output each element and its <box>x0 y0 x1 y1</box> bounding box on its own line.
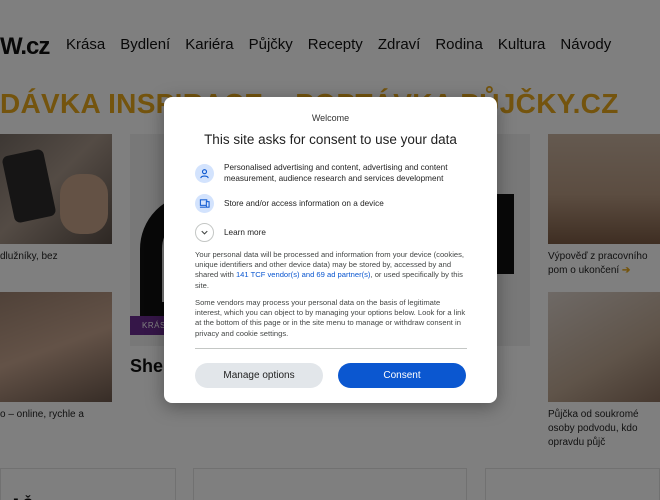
vendors-link[interactable]: 141 TCF vendor(s) and 69 ad partner(s) <box>236 270 371 279</box>
dialog-title: This site asks for consent to use your d… <box>204 132 457 147</box>
purpose-text: Store and/or access information on a dev… <box>224 199 384 208</box>
learn-more-label[interactable]: Learn more <box>224 227 469 238</box>
consent-body-text-2: Some vendors may process your personal d… <box>195 298 466 338</box>
purpose-text: Personalised advertising and content, ad… <box>224 163 448 183</box>
purpose-personalised-ads: Personalised advertising and content, ad… <box>195 162 469 184</box>
consent-button[interactable]: Consent <box>338 363 466 388</box>
consent-body-text-1: Your personal data will be processed and… <box>195 250 465 290</box>
dialog-welcome: Welcome <box>311 113 350 123</box>
chevron-down-icon[interactable] <box>195 223 214 242</box>
dialog-divider <box>195 348 467 349</box>
consent-dialog: Welcome This site asks for consent to us… <box>164 97 497 403</box>
learn-more-toggle[interactable]: Learn more <box>195 223 469 242</box>
device-icon <box>195 194 214 213</box>
purpose-device-storage: Store and/or access information on a dev… <box>195 194 469 213</box>
manage-options-button[interactable]: Manage options <box>195 363 323 388</box>
person-icon <box>195 163 214 183</box>
